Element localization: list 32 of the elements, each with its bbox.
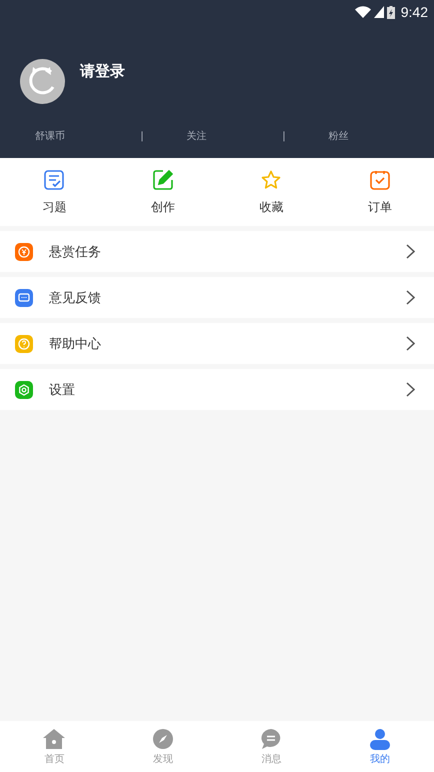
wifi-icon [354, 6, 371, 18]
stat-label[interactable]: 关注 [186, 129, 282, 143]
separator: | [140, 130, 144, 142]
chevron-right-icon [406, 290, 415, 305]
login-prompt[interactable]: 请登录 [80, 62, 125, 81]
clipboard-icon[interactable] [370, 170, 390, 190]
chevron-right-icon [406, 336, 415, 351]
shortcut-label[interactable]: 创作 [150, 199, 175, 216]
person-icon [368, 728, 391, 750]
chevron-right-icon [406, 244, 415, 259]
chat-bubble-icon [260, 728, 282, 750]
menu-item[interactable]: 帮助中心 [0, 323, 434, 364]
star-icon[interactable] [261, 170, 282, 190]
edit-icon[interactable] [152, 170, 173, 190]
stat-label[interactable]: 舒课币 [35, 129, 140, 143]
signal-icon [374, 6, 384, 18]
shortcut-label[interactable]: 收藏 [259, 199, 284, 216]
tab[interactable]: 我的 [326, 721, 434, 772]
status-time: 9:42 [400, 4, 428, 20]
chevron-right-icon [406, 382, 415, 397]
menu-item[interactable]: 设置 [0, 369, 434, 410]
menu-item[interactable]: 悬赏任务 [0, 231, 434, 272]
separator: | [282, 130, 286, 142]
shortcut-label[interactable]: 习题 [42, 199, 66, 216]
stat-label[interactable]: 粉丝 [328, 129, 434, 143]
battery-icon [386, 6, 395, 18]
checklist-icon[interactable] [44, 170, 64, 190]
avatar-icon[interactable] [20, 59, 65, 104]
compass-icon [152, 728, 174, 750]
menu-item[interactable]: 意见反馈 [0, 277, 434, 318]
shortcut-label[interactable]: 订单 [368, 199, 392, 216]
home-icon [43, 728, 66, 750]
